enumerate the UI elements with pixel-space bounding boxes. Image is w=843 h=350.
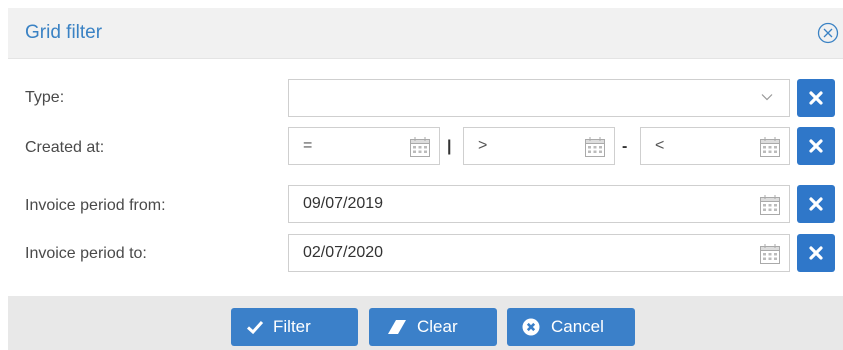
- calendar-icon[interactable]: [409, 136, 431, 158]
- calendar-icon[interactable]: [759, 194, 781, 216]
- created-at-separator-pipe: |: [447, 138, 452, 155]
- invoice-period-to-value: 02/07/2020: [303, 244, 384, 261]
- created-at-separator-dash: -: [622, 138, 628, 155]
- grid-filter-dialog: Grid filter Type: Created at: = | > - < …: [0, 0, 843, 350]
- invoice-period-to-input[interactable]: 02/07/2020: [288, 234, 790, 272]
- clear-type-button[interactable]: [797, 79, 835, 117]
- x-icon: [809, 139, 823, 153]
- close-icon[interactable]: [817, 22, 839, 44]
- cancel-circle-icon: [522, 318, 540, 336]
- filter-button[interactable]: Filter: [231, 308, 358, 346]
- clear-invoice-period-to-button[interactable]: [797, 234, 835, 272]
- invoice-period-from-label: Invoice period from:: [25, 197, 166, 214]
- clear-button[interactable]: Clear: [369, 308, 497, 346]
- clear-button-label: Clear: [417, 317, 458, 336]
- calendar-icon[interactable]: [759, 243, 781, 265]
- created-at-equals-input[interactable]: =: [288, 127, 440, 165]
- created-at-from-placeholder: >: [478, 137, 488, 154]
- dialog-footer: Filter Clear Cancel: [8, 296, 843, 350]
- created-at-to-placeholder: <: [655, 137, 665, 154]
- check-icon: [246, 320, 264, 335]
- filter-button-label: Filter: [273, 317, 311, 336]
- x-icon: [809, 197, 823, 211]
- x-icon: [809, 91, 823, 105]
- clear-created-at-button[interactable]: [797, 127, 835, 165]
- x-icon: [809, 246, 823, 260]
- created-at-from-input[interactable]: >: [463, 127, 615, 165]
- invoice-period-to-label: Invoice period to:: [25, 245, 147, 262]
- created-at-equals-placeholder: =: [303, 137, 313, 154]
- cancel-button[interactable]: Cancel: [507, 308, 635, 346]
- dialog-title: Grid filter: [25, 22, 103, 43]
- cancel-button-label: Cancel: [551, 317, 604, 336]
- eraser-icon: [388, 320, 406, 334]
- calendar-icon[interactable]: [759, 136, 781, 158]
- created-at-label: Created at:: [25, 139, 105, 156]
- dialog-header: Grid filter: [8, 8, 843, 59]
- calendar-icon[interactable]: [584, 136, 606, 158]
- type-select[interactable]: [288, 79, 790, 117]
- invoice-period-from-value: 09/07/2019: [303, 195, 384, 212]
- clear-invoice-period-from-button[interactable]: [797, 185, 835, 223]
- type-label: Type:: [25, 89, 65, 106]
- invoice-period-from-input[interactable]: 09/07/2019: [288, 185, 790, 223]
- chevron-down-icon: [761, 94, 773, 101]
- created-at-to-input[interactable]: <: [640, 127, 790, 165]
